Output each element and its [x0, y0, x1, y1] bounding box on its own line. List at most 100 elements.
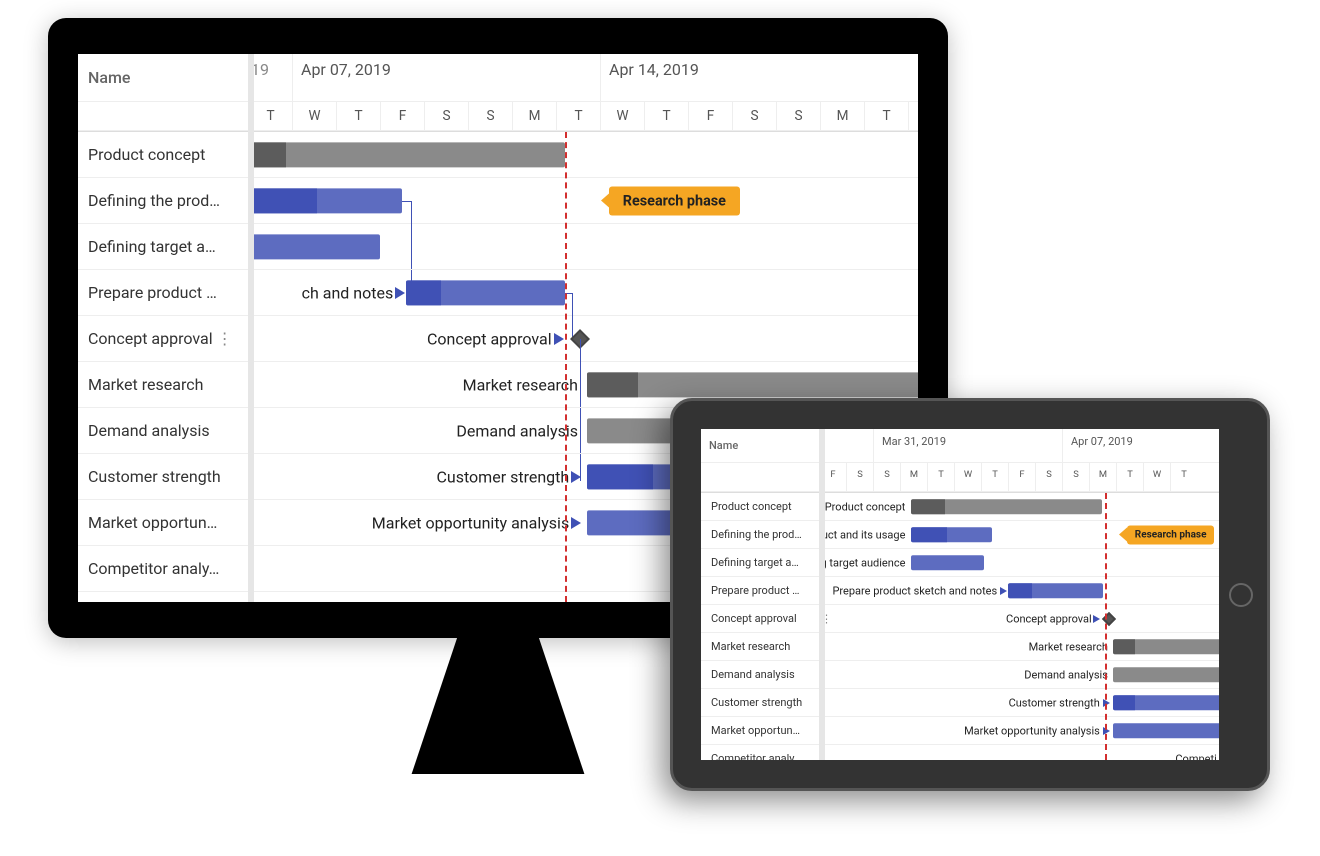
day-cell: S [776, 102, 820, 130]
task-bar[interactable] [248, 142, 565, 167]
name-column-header[interactable]: Name [701, 429, 819, 462]
bar-label-left: Concept approval [427, 329, 552, 348]
timeline-days: T W T F S S M T W T F S S M T [248, 102, 918, 130]
bar-label-left: Market research [463, 375, 578, 394]
task-name: Defining target a… [78, 237, 248, 256]
day-cell: S [1035, 463, 1062, 491]
task-bar[interactable] [1113, 695, 1219, 710]
bar-label-left: Customer strength [436, 467, 569, 486]
task-bar[interactable] [911, 555, 984, 570]
task-row[interactable]: Market opportun… Market opportunity anal… [701, 717, 1219, 745]
bar-label-left: Customer strength [1009, 696, 1100, 709]
task-bar[interactable] [248, 234, 380, 259]
task-row-prepare-product[interactable]: Prepare product … ch and notes [78, 270, 918, 316]
task-bar[interactable] [911, 499, 1103, 514]
task-row-concept-approval[interactable]: Concept approval ⋮ Concept approval [78, 316, 918, 362]
week-label-0: Mar 31, 2019 [873, 429, 1062, 462]
bar-label-left: Concept approval [1006, 612, 1092, 625]
week-label-partial: 19 [248, 54, 292, 101]
timeline-weeks: Mar 31, 2019 Apr 07, 2019 [819, 429, 1219, 462]
task-row[interactable]: Product concept Product concept [701, 493, 1219, 521]
task-name: Prepare product … [701, 584, 819, 597]
task-row-product-concept[interactable]: Product concept [78, 132, 918, 178]
bar-label-left: Competi [1175, 752, 1216, 760]
task-bar[interactable] [1113, 667, 1219, 682]
name-column-header[interactable]: Name [78, 54, 248, 101]
task-row[interactable]: Defining the prod… uct and its usage Res… [701, 521, 1219, 549]
bar-label-left: Market opportunity analysis [372, 513, 569, 532]
day-cell: S [846, 463, 873, 491]
bar-label-left: g target audience [821, 556, 906, 569]
dependency-arrow-icon [554, 333, 564, 345]
dependency-arrow-icon [571, 517, 581, 529]
task-name: Defining target a… [701, 556, 819, 569]
task-bar[interactable] [1008, 583, 1103, 598]
today-indicator [565, 132, 567, 602]
week-label-2: Apr 14, 2019 [600, 54, 908, 101]
task-bar[interactable] [406, 280, 564, 305]
task-name: Demand analysis [701, 668, 819, 681]
gantt-chart-tablet[interactable]: Name Mar 31, 2019 Apr 07, 2019 F S S M T [701, 429, 1219, 760]
task-name: Market opportun… [78, 513, 248, 532]
column-splitter[interactable] [248, 54, 254, 602]
bar-label-left: Demand analysis [1024, 668, 1108, 681]
day-cell: S [1062, 463, 1089, 491]
day-cell: T [981, 463, 1008, 491]
bar-label-left: Demand analysis [456, 421, 578, 440]
task-row[interactable]: Prepare product … Prepare product sketch… [701, 577, 1219, 605]
tooltip-research-phase: Research phase [1127, 525, 1215, 544]
task-name: Concept approval ⋮ [78, 329, 248, 348]
milestone-diamond-icon[interactable] [570, 329, 590, 349]
dependency-arrow-icon [1093, 615, 1100, 623]
timeline-weeks: 19 Apr 07, 2019 Apr 14, 2019 [248, 54, 918, 101]
task-row[interactable]: Concept approval ⋮ Concept approval [701, 605, 1219, 633]
task-row[interactable]: Market research Market research [701, 633, 1219, 661]
day-cell: W [954, 463, 981, 491]
bar-label-left: Product concept [825, 500, 906, 513]
tablet-home-button[interactable] [1229, 583, 1253, 607]
task-name: Product concept [701, 500, 819, 513]
name-column-spacer [78, 102, 248, 130]
column-splitter[interactable] [819, 429, 825, 760]
task-name: Product concept [78, 145, 248, 164]
bar-label-left: Market research [1029, 640, 1108, 653]
task-name: Market research [78, 375, 248, 394]
tooltip-research-phase: Research phase [609, 186, 740, 215]
task-name: Demand analysis [78, 421, 248, 440]
task-row-defining-target[interactable]: Defining target a… [78, 224, 918, 270]
day-cell: T [864, 102, 908, 130]
task-name: Customer strength [701, 696, 819, 709]
task-row[interactable]: Demand analysis Demand analysis [701, 661, 1219, 689]
task-row[interactable]: Defining target a… g target audience [701, 549, 1219, 577]
day-cell: M [512, 102, 556, 130]
task-bar[interactable] [587, 372, 918, 397]
task-name: Customer strength [78, 467, 248, 486]
task-bar[interactable] [1113, 639, 1219, 654]
day-cell: S [873, 463, 900, 491]
gantt-header: Name Mar 31, 2019 Apr 07, 2019 F S S M T [701, 429, 1219, 493]
day-cell: T [1116, 463, 1143, 491]
day-cell: T [1170, 463, 1197, 491]
task-row[interactable]: Competitor analy… Competi [701, 745, 1219, 760]
bar-label-left: uct and its usage [822, 528, 906, 541]
dependency-arrow-icon [571, 471, 581, 483]
task-bar[interactable] [911, 527, 992, 542]
more-icon[interactable]: ⋮ [217, 329, 232, 348]
task-row[interactable]: Customer strength Customer strength [701, 689, 1219, 717]
task-name: Defining the prod… [701, 528, 819, 541]
task-row-defining-product[interactable]: Defining the prod… Research phase [78, 178, 918, 224]
gantt-header: Name 19 Apr 07, 2019 Apr 14, 2019 T W T … [78, 54, 918, 132]
task-bar[interactable] [1113, 723, 1219, 738]
week-label-1: Apr 07, 2019 [1062, 429, 1219, 462]
week-label-spacer [819, 429, 873, 462]
today-indicator [1105, 493, 1107, 760]
day-cell: S [468, 102, 512, 130]
day-cell: F [1008, 463, 1035, 491]
task-name: Market research [701, 640, 819, 653]
day-cell: W [908, 102, 918, 130]
task-bar[interactable] [248, 188, 402, 213]
day-cell: T [927, 463, 954, 491]
day-cell: T [556, 102, 600, 130]
tablet-screen: Name Mar 31, 2019 Apr 07, 2019 F S S M T [701, 429, 1219, 760]
gantt-body[interactable]: Product concept Product concept Defining… [701, 493, 1219, 760]
